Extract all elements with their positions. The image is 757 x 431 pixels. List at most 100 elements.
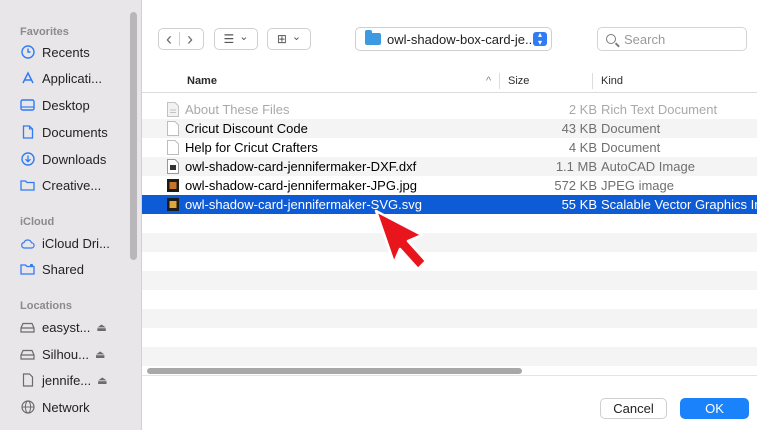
file-kind: Scalable Vector Graphics In [601, 197, 757, 212]
chevron-left-icon: ‹ [166, 29, 172, 49]
clock-icon [20, 45, 35, 60]
sidebar-item-label: Recents [42, 44, 90, 60]
sidebar-item-label: Network [42, 399, 90, 415]
sidebar-item-creative[interactable]: Creative... [20, 174, 130, 196]
eject-icon[interactable]: ⏏ [95, 348, 105, 361]
file-name: About These Files [185, 102, 290, 117]
document-icon [20, 373, 35, 388]
sidebar-item-label: Downloads [42, 151, 107, 167]
path-popup[interactable]: owl-shadow-box-card-je... ▴ ▾ [355, 27, 552, 51]
file-kind: Document [601, 140, 661, 155]
sidebar-item-applications[interactable]: Applicati... [20, 67, 130, 89]
file-kind: JPEG image [601, 178, 674, 193]
sidebar-item-downloads[interactable]: Downloads [20, 148, 130, 170]
eject-icon[interactable]: ⏏ [96, 321, 106, 334]
sidebar-item-easyst[interactable]: easyst... ⏏ [20, 316, 130, 338]
empty-row [142, 290, 757, 309]
column-header: Name ^ Size Kind [142, 70, 757, 93]
empty-row [142, 328, 757, 347]
document-icon [20, 125, 35, 140]
desktop-icon [20, 98, 35, 113]
file-row[interactable]: owl-shadow-card-jennifermaker-DXF.dxf 1.… [142, 157, 757, 176]
list-view-icon: ☰ [223, 32, 235, 46]
search-icon [606, 34, 616, 44]
back-forward-group: ‹ › [158, 28, 204, 50]
shared-folder-icon [20, 262, 35, 277]
sidebar-item-icloud-drive[interactable]: iCloud Dri... [20, 232, 130, 254]
empty-row [142, 347, 757, 366]
file-row[interactable]: Help for Cricut Crafters 4 KB Document [142, 138, 757, 157]
sidebar-item-label: easyst... [42, 319, 91, 335]
drive-icon [20, 320, 35, 335]
forward-button[interactable]: › [180, 29, 200, 49]
file-name: Cricut Discount Code [185, 121, 308, 136]
blank-file-icon [167, 140, 179, 155]
path-label: owl-shadow-box-card-je... [387, 31, 536, 47]
column-kind-header[interactable]: Kind [601, 75, 623, 87]
sidebar: Favorites Recents Applicati... Desktop D… [0, 0, 142, 430]
sidebar-item-shared[interactable]: Shared [20, 258, 130, 280]
column-divider [592, 73, 593, 89]
list-view-button[interactable]: ☰ ⌄ [214, 28, 258, 50]
chevron-down-icon: ⌄ [291, 30, 302, 43]
sidebar-item-label: Documents [42, 124, 108, 140]
ok-button[interactable]: OK [680, 398, 749, 419]
apps-icon [20, 71, 35, 86]
file-row-selected[interactable]: owl-shadow-card-jennifermaker-SVG.svg 55… [142, 195, 757, 214]
file-row[interactable]: About These Files 2 KB Rich Text Documen… [142, 100, 757, 119]
up-down-stepper-icon: ▴ ▾ [533, 31, 547, 47]
sidebar-item-silhouette[interactable]: Silhou... ⏏ [20, 343, 130, 365]
file-name: Help for Cricut Crafters [185, 140, 318, 155]
sidebar-item-recents[interactable]: Recents [20, 41, 130, 63]
sidebar-item-network[interactable]: Network [20, 396, 130, 418]
empty-row [142, 252, 757, 271]
folder-icon [365, 30, 381, 45]
sidebar-item-label: Applicati... [42, 70, 102, 86]
file-size: 43 KB [561, 121, 597, 136]
sidebar-item-label: iCloud Dri... [42, 235, 110, 251]
file-size: 4 KB [568, 140, 597, 155]
chevron-down-icon: ⌄ [239, 30, 249, 43]
text-file-icon [167, 102, 179, 117]
cloud-icon [20, 236, 35, 251]
sidebar-item-jennifer[interactable]: jennife... ⏏ [20, 369, 130, 391]
toolbar: ‹ › ☰ ⌄ ⊞ ⌄ owl-shadow-box-card-je... ▴ ▾… [142, 0, 757, 70]
file-size: 55 KB [561, 197, 597, 212]
sidebar-item-documents[interactable]: Documents [20, 121, 130, 143]
sidebar-item-label: Silhou... [42, 346, 89, 362]
svg-file-icon [167, 198, 179, 211]
file-row[interactable]: Cricut Discount Code 43 KB Document [142, 119, 757, 138]
dxf-file-icon [167, 159, 179, 174]
sidebar-heading-icloud: iCloud [20, 216, 55, 228]
empty-row [142, 214, 757, 233]
sidebar-scrollbar[interactable] [130, 12, 137, 260]
sidebar-heading-favorites: Favorites [20, 26, 69, 38]
grid-view-icon: ⊞ [276, 32, 287, 46]
file-size: 1.1 MB [555, 159, 597, 174]
eject-icon[interactable]: ⏏ [97, 374, 107, 387]
file-list: Name ^ Size Kind About These Files 2 KB … [142, 70, 757, 374]
download-icon [20, 152, 35, 167]
jpg-file-icon [167, 179, 179, 192]
file-name: owl-shadow-card-jennifermaker-JPG.jpg [185, 178, 417, 193]
sidebar-item-label: Shared [42, 261, 84, 277]
sort-ascending-icon: ^ [486, 75, 492, 87]
annotation-arrow-icon [374, 209, 428, 271]
file-kind: AutoCAD Image [601, 159, 695, 174]
grid-view-button[interactable]: ⊞ ⌄ [267, 28, 311, 50]
file-name: owl-shadow-card-jennifermaker-DXF.dxf [185, 159, 417, 174]
horizontal-scrollbar[interactable] [147, 368, 522, 374]
cancel-button[interactable]: Cancel [600, 398, 667, 419]
file-row[interactable]: owl-shadow-card-jennifermaker-JPG.jpg 57… [142, 176, 757, 195]
column-size-header[interactable]: Size [508, 75, 529, 87]
folder-icon [20, 178, 35, 193]
sidebar-item-desktop[interactable]: Desktop [20, 94, 130, 116]
dialog-footer: Cancel OK [142, 375, 757, 431]
sidebar-item-label: Creative... [42, 177, 102, 193]
back-button[interactable]: ‹ [159, 29, 179, 49]
file-size: 572 KB [554, 178, 597, 193]
search-placeholder: Search [624, 31, 666, 47]
sidebar-item-label: jennife... [42, 372, 92, 388]
column-name-header[interactable]: Name [187, 75, 217, 87]
search-input[interactable]: Search [597, 27, 747, 51]
